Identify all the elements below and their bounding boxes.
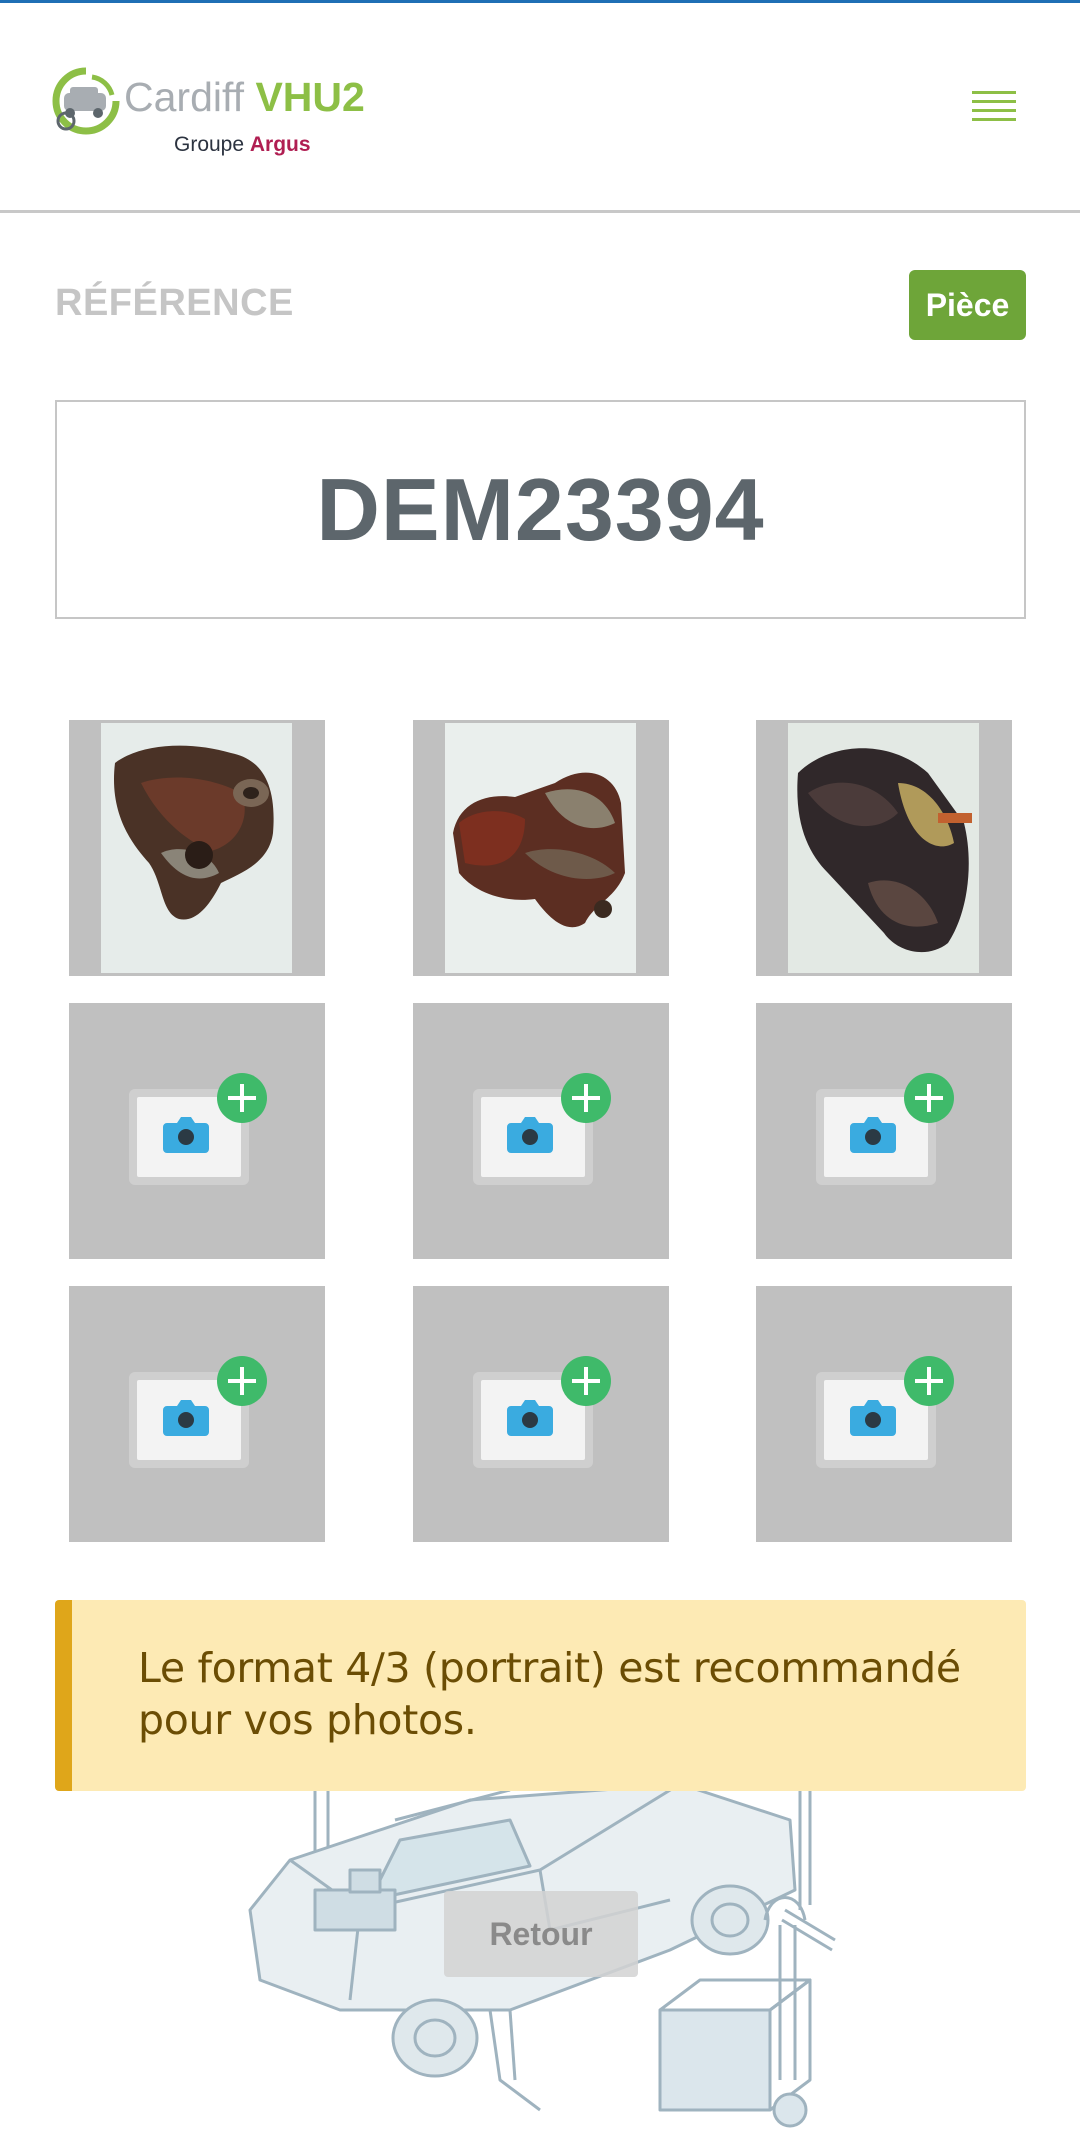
- logo-sub-part2: Argus: [249, 133, 311, 156]
- photo-slot-3[interactable]: [756, 720, 1012, 976]
- add-photo-slot[interactable]: [69, 1286, 325, 1542]
- logo-sub-part1: Groupe: [174, 133, 245, 156]
- camera-add-icon: [816, 1356, 954, 1474]
- camera-add-icon: [473, 1356, 611, 1474]
- add-photo-slot[interactable]: [413, 1286, 669, 1542]
- camera-add-icon: [816, 1073, 954, 1191]
- back-button[interactable]: Retour: [444, 1891, 638, 1977]
- piece-button[interactable]: Pièce: [909, 270, 1026, 340]
- photo-slot-2[interactable]: [413, 720, 669, 976]
- add-photo-slot[interactable]: [756, 1003, 1012, 1259]
- reference-value: DEM23394: [316, 459, 765, 559]
- logo-mark-icon: [52, 67, 120, 135]
- reference-label: RÉFÉRENCE: [55, 282, 294, 324]
- part-photo-1: [101, 723, 292, 973]
- camera-add-icon: [129, 1356, 267, 1474]
- photo-slot-1[interactable]: [69, 720, 325, 976]
- camera-add-icon: [473, 1073, 611, 1191]
- camera-add-icon: [129, 1073, 267, 1191]
- logo-name-part2: VHU2: [255, 74, 365, 120]
- format-notice: Le format 4/3 (portrait) est recommandé …: [55, 1600, 1026, 1791]
- photo-grid: [69, 720, 1012, 1542]
- add-photo-slot[interactable]: [69, 1003, 325, 1259]
- cardiff-vhu2-logo[interactable]: Cardiff VHU2 Groupe Argus: [52, 67, 382, 167]
- hamburger-menu-icon[interactable]: [972, 91, 1020, 131]
- app-header: Cardiff VHU2 Groupe Argus: [0, 3, 1080, 213]
- part-photo-3: [788, 723, 979, 973]
- notice-text: Le format 4/3 (portrait) est recommandé …: [138, 1644, 961, 1744]
- logo-name-part1: Cardiff: [124, 74, 245, 120]
- logo-tagline: Groupe Argus: [174, 133, 311, 157]
- logo-wordmark: Cardiff VHU2: [124, 77, 365, 118]
- reference-box: DEM23394: [55, 400, 1026, 619]
- part-photo-2: [445, 723, 636, 973]
- add-photo-slot[interactable]: [756, 1286, 1012, 1542]
- add-photo-slot[interactable]: [413, 1003, 669, 1259]
